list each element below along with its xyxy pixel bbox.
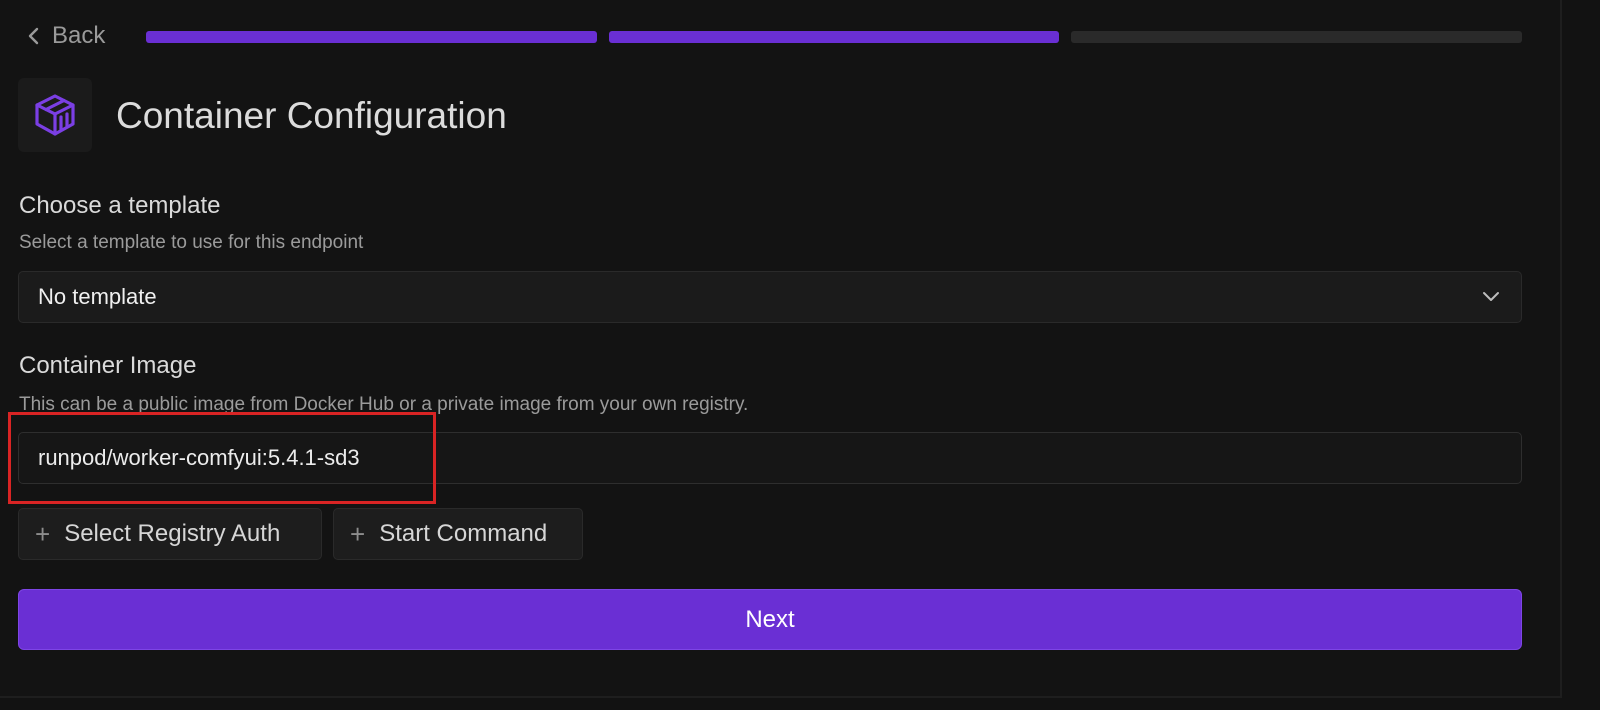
start-command-button[interactable]: + Start Command (333, 508, 583, 560)
start-command-label: Start Command (379, 520, 548, 547)
container-icon (35, 94, 75, 136)
container-image-label: Container Image (19, 352, 197, 379)
step-progress (146, 31, 1523, 43)
container-image-description: This can be a public image from Docker H… (19, 394, 749, 415)
progress-step-3 (1071, 31, 1523, 43)
page-title: Container Configuration (116, 95, 507, 136)
progress-step-1 (146, 31, 597, 43)
template-select-value: No template (38, 284, 157, 309)
template-description: Select a template to use for this endpoi… (19, 232, 364, 253)
plus-icon: + (350, 519, 366, 549)
template-select[interactable]: No template (18, 271, 1522, 323)
container-icon-tile (18, 78, 92, 152)
back-label: Back (52, 22, 106, 49)
progress-step-2 (608, 31, 1060, 43)
container-image-input[interactable]: runpod/worker-comfyui:5.4.1-sd3 (18, 432, 1522, 484)
next-button[interactable]: Next (18, 589, 1522, 650)
plus-icon: + (35, 519, 51, 549)
select-registry-auth-label: Select Registry Auth (64, 520, 281, 547)
select-registry-auth-button[interactable]: + Select Registry Auth (18, 508, 322, 560)
template-label: Choose a template (19, 192, 221, 219)
chevron-down-icon (1483, 292, 1499, 301)
chevron-left-icon (28, 27, 39, 45)
page-frame: Back Container Configuration Choose a te… (0, 0, 1562, 698)
back-button[interactable]: Back (26, 22, 105, 50)
